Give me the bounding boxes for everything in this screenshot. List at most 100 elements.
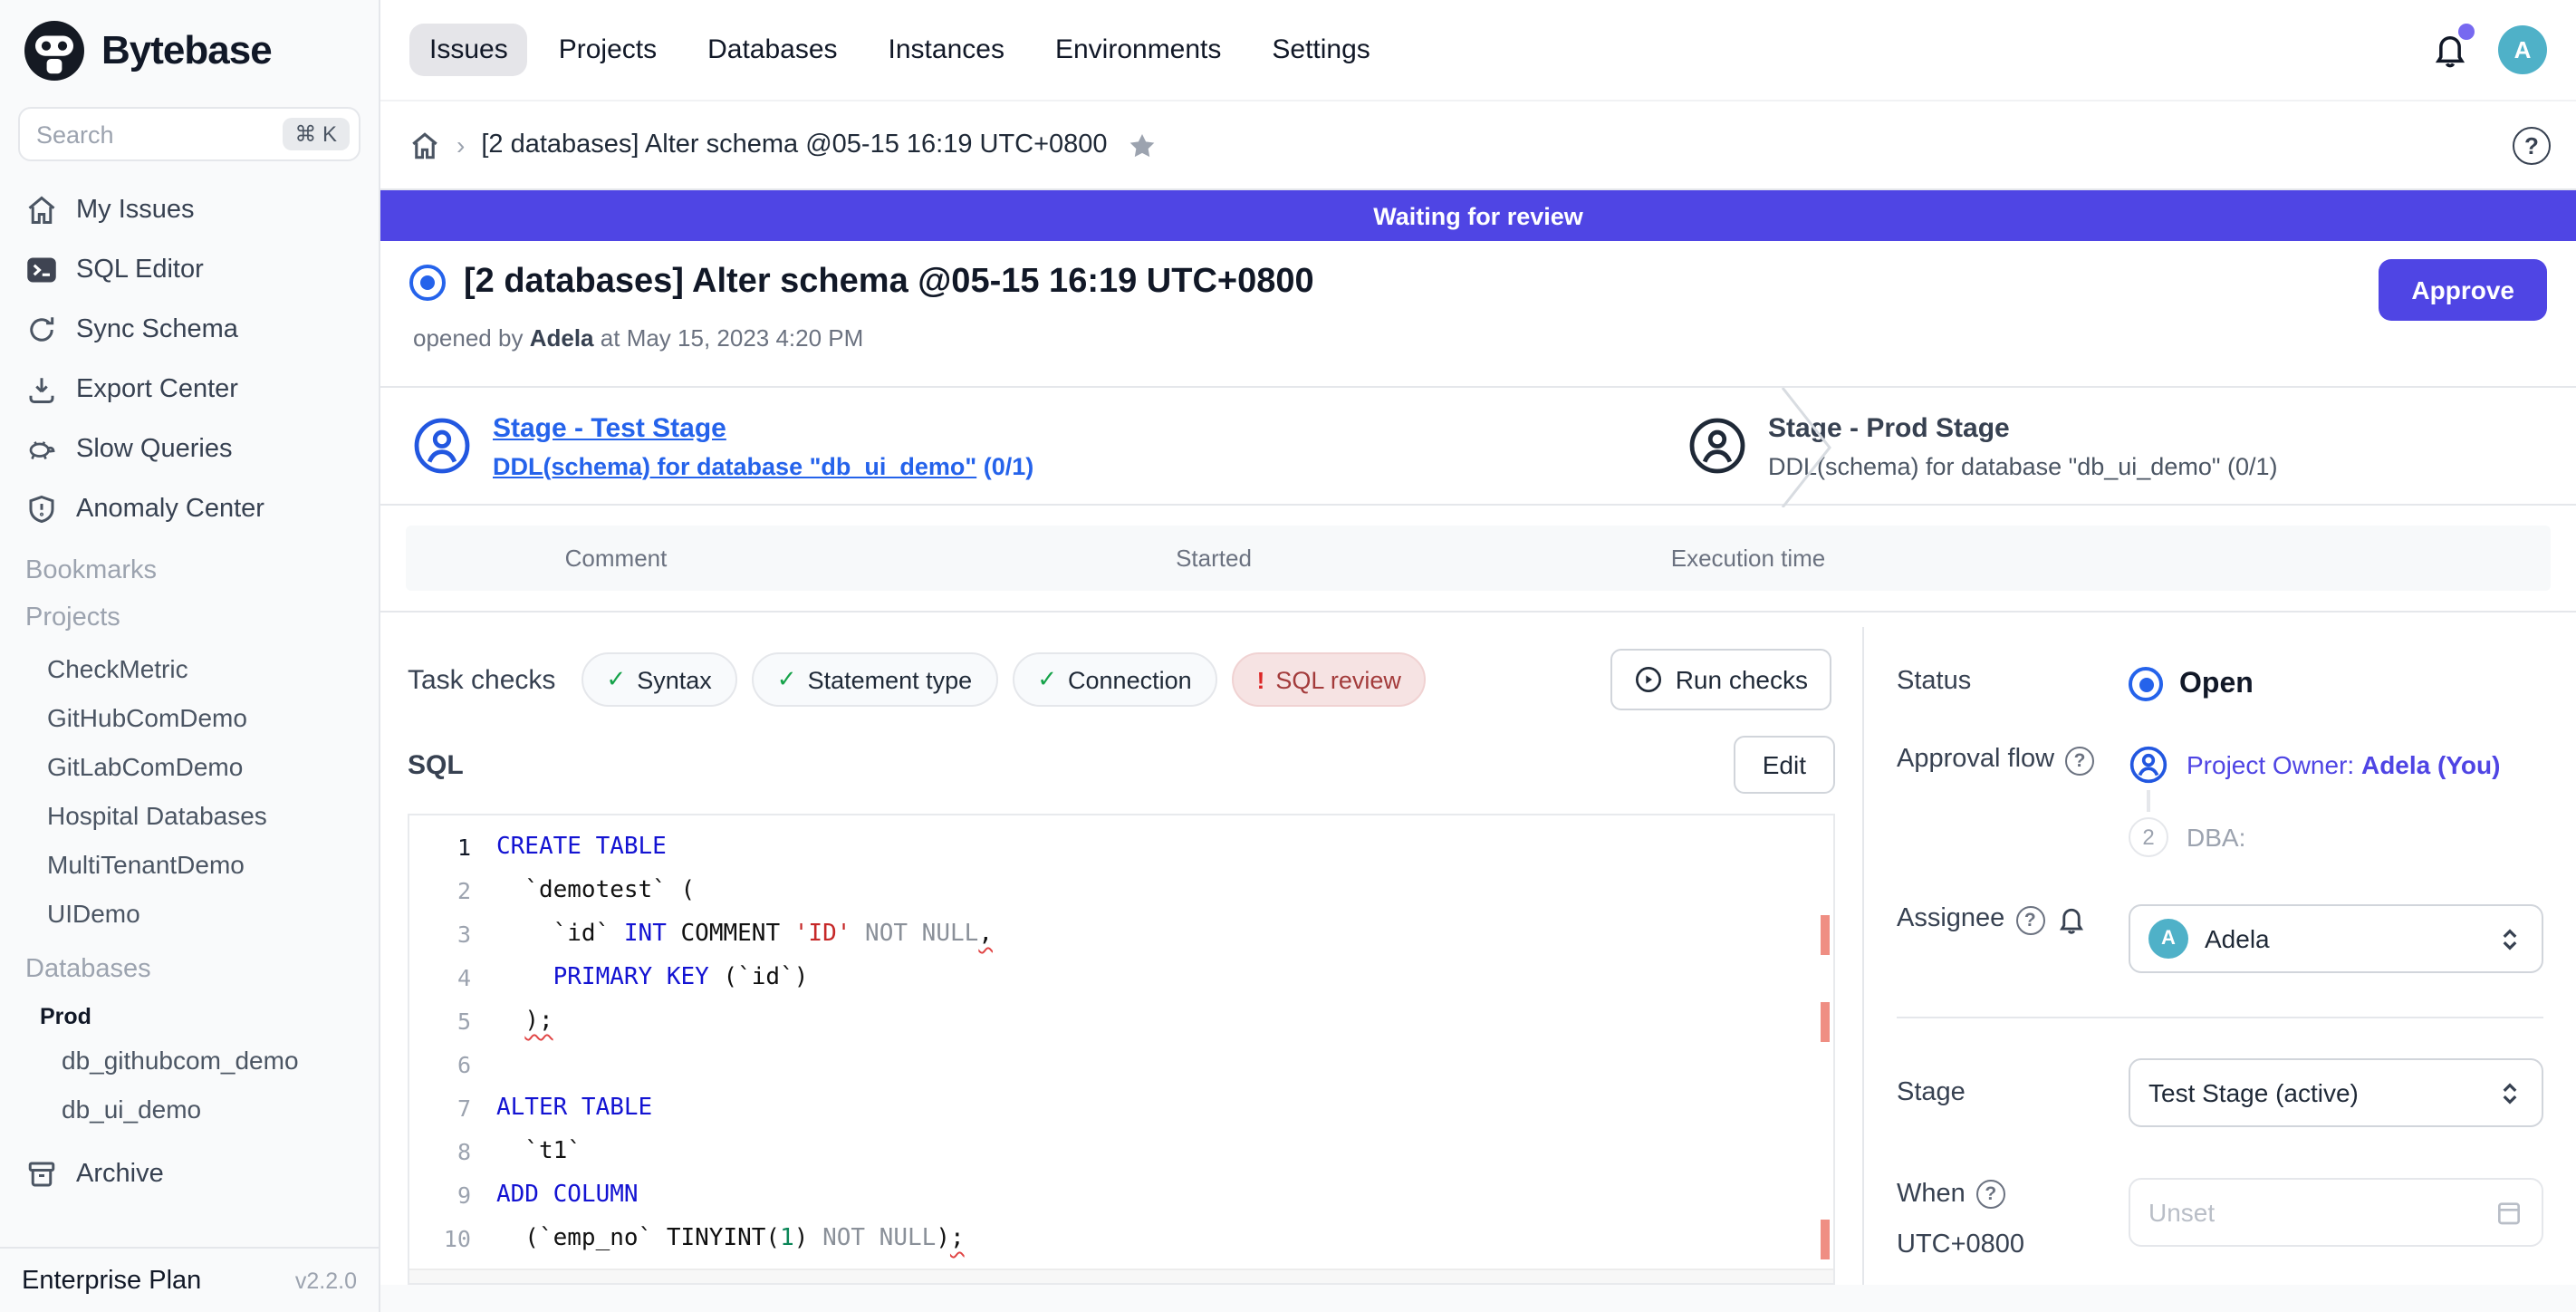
sidebar-project-item[interactable]: MultiTenantDemo <box>0 843 379 892</box>
sql-editor[interactable]: 1CREATE TABLE2 `demotest` (3 `id` INT CO… <box>408 814 1835 1285</box>
approver-name: Adela (You) <box>2361 750 2501 779</box>
task-checks-label: Task checks <box>408 664 555 695</box>
code-text: CREATE TABLE <box>496 826 667 870</box>
sidebar-item-label: Archive <box>76 1159 164 1188</box>
column-header: Comment <box>565 545 668 572</box>
stage-select[interactable]: Test Stage (active) <box>2129 1058 2543 1127</box>
shield-icon <box>25 492 58 525</box>
chevron-updown-icon <box>2496 925 2523 952</box>
sidebar-project-item[interactable]: UIDemo <box>0 892 379 941</box>
flow-connector <box>2147 790 2150 812</box>
calendar-icon[interactable] <box>2494 1198 2523 1227</box>
status-open-icon <box>2129 667 2163 701</box>
check-pills: ✓Syntax✓Statement type✓Connection!SQL re… <box>581 652 1427 707</box>
editor-horizontal-scrollbar[interactable] <box>409 1269 1833 1283</box>
status-label-text: Status <box>1897 667 1971 696</box>
sidebar-database-item[interactable]: db_ui_demo <box>0 1087 379 1136</box>
code-line[interactable]: 10 (`emp_no` TINYINT(1) NOT NULL); <box>409 1218 1833 1261</box>
search-input[interactable] <box>36 121 282 148</box>
sidebar-item-slow-queries[interactable]: Slow Queries <box>0 419 379 478</box>
star-icon[interactable] <box>1128 130 1158 160</box>
home-icon[interactable] <box>409 130 440 160</box>
approval-flow-label: Approval flow <box>1897 745 2054 774</box>
check-pill-statement-type[interactable]: ✓Statement type <box>752 652 997 707</box>
search-box[interactable]: ⌘ K <box>18 107 360 161</box>
sidebar-project-item[interactable]: GitHubComDemo <box>0 696 379 745</box>
tab-instances[interactable]: Instances <box>869 24 1024 76</box>
approval-step-text[interactable]: Project Owner: Adela (You) <box>2187 750 2500 779</box>
topnav-right: A <box>2431 25 2547 74</box>
sidebar-project-item[interactable]: Hospital Databases <box>0 794 379 843</box>
tab-settings[interactable]: Settings <box>1252 24 1389 76</box>
code-line[interactable]: 1CREATE TABLE <box>409 826 1833 870</box>
stage-approver-icon <box>413 417 471 475</box>
turtle-icon <box>25 432 58 465</box>
when-datetime-field[interactable] <box>2129 1178 2543 1247</box>
task-table-header: CommentStartedExecution time <box>406 526 2551 591</box>
sidebar-databases: Proddb_githubcom_demodb_ui_demo <box>0 995 379 1136</box>
sidebar-item-archive[interactable]: Archive <box>0 1143 379 1203</box>
notification-badge <box>2458 24 2475 40</box>
run-checks-button[interactable]: Run checks <box>1610 649 1831 710</box>
approve-button[interactable]: Approve <box>2379 259 2547 321</box>
tab-environments[interactable]: Environments <box>1035 24 1241 76</box>
notifications-button[interactable] <box>2431 31 2469 69</box>
stage-title: Stage - Prod Stage <box>1768 412 2278 443</box>
task-checks-row: Task checks ✓Syntax✓Statement type✓Conne… <box>408 649 1835 710</box>
column-header: Started <box>1176 545 1252 572</box>
check-pill-label: Connection <box>1068 666 1192 693</box>
review-status-banner: Waiting for review <box>380 190 2576 241</box>
code-line[interactable]: 6 <box>409 1044 1833 1087</box>
check-pill-syntax[interactable]: ✓Syntax <box>581 652 736 707</box>
divider <box>380 611 2576 613</box>
breadcrumb-current: [2 databases] Alter schema @05-15 16:19 … <box>481 130 1107 159</box>
when-help-icon[interactable]: ? <box>1976 1180 2005 1209</box>
breadcrumb: › [2 databases] Alter schema @05-15 16:1… <box>380 100 2576 190</box>
code-line[interactable]: 4 PRIMARY KEY (`id`) <box>409 957 1833 1000</box>
logo[interactable]: Bytebase <box>0 0 379 100</box>
sql-label: SQL <box>408 749 464 780</box>
assignee-select[interactable]: A Adela <box>2129 904 2543 973</box>
assignee-notify-icon[interactable] <box>2055 904 2086 935</box>
assignee-help-icon[interactable]: ? <box>2015 906 2044 935</box>
sidebar-project-item[interactable]: GitLabComDemo <box>0 745 379 794</box>
sidebar-nav: My IssuesSQL EditorSync SchemaExport Cen… <box>0 179 379 538</box>
user-avatar[interactable]: A <box>2498 25 2547 74</box>
sidebar-item-export-center[interactable]: Export Center <box>0 359 379 419</box>
tab-projects[interactable]: Projects <box>539 24 677 76</box>
content-row: Task checks ✓Syntax✓Statement type✓Conne… <box>380 627 2576 1312</box>
sidebar-item-anomaly-center[interactable]: Anomaly Center <box>0 478 379 538</box>
task-detail-pane: Task checks ✓Syntax✓Statement type✓Conne… <box>380 627 1862 1312</box>
sql-header-row: SQL Edit <box>408 734 1835 796</box>
tab-issues[interactable]: Issues <box>409 24 528 76</box>
when-input[interactable] <box>2148 1198 2494 1227</box>
approval-help-icon[interactable]: ? <box>2065 747 2094 776</box>
sidebar-item-sql-editor[interactable]: SQL Editor <box>0 239 379 299</box>
code-line[interactable]: 8 `t1` <box>409 1131 1833 1174</box>
byline-prefix: opened by <box>413 324 523 352</box>
stage-pipeline: Stage - Test StageDDL(schema) for databa… <box>380 386 2576 506</box>
tab-databases[interactable]: Databases <box>687 24 857 76</box>
sidebar-item-my-issues[interactable]: My Issues <box>0 179 379 239</box>
stage-card-1[interactable]: Stage - Test StageDDL(schema) for databa… <box>380 388 1301 504</box>
sidebar-item-sync-schema[interactable]: Sync Schema <box>0 299 379 359</box>
code-line[interactable]: 9ADD COLUMN <box>409 1174 1833 1218</box>
help-icon[interactable]: ? <box>2513 127 2551 165</box>
sidebar-section-bookmarks: Bookmarks <box>0 538 379 593</box>
sidebar-project-item[interactable]: CheckMetric <box>0 647 379 696</box>
check-icon: ✓ <box>777 665 797 694</box>
stage-separator <box>1779 388 1833 507</box>
sync-icon <box>25 313 58 345</box>
line-number: 2 <box>409 870 471 913</box>
code-line[interactable]: 5 ); <box>409 1000 1833 1044</box>
check-pill-label: SQL review <box>1275 666 1401 693</box>
code-line[interactable]: 3 `id` INT COMMENT 'ID' NOT NULL, <box>409 913 1833 957</box>
edit-sql-button[interactable]: Edit <box>1734 736 1835 794</box>
check-pill-sql-review[interactable]: !SQL review <box>1232 652 1427 707</box>
code-line[interactable]: 2 `demotest` ( <box>409 870 1833 913</box>
sidebar-database-item[interactable]: db_githubcom_demo <box>0 1038 379 1087</box>
code-text: `demotest` ( <box>496 870 695 913</box>
check-pill-connection[interactable]: ✓Connection <box>1012 652 1216 707</box>
code-line[interactable]: 7ALTER TABLE <box>409 1087 1833 1131</box>
line-number: 5 <box>409 1000 471 1044</box>
